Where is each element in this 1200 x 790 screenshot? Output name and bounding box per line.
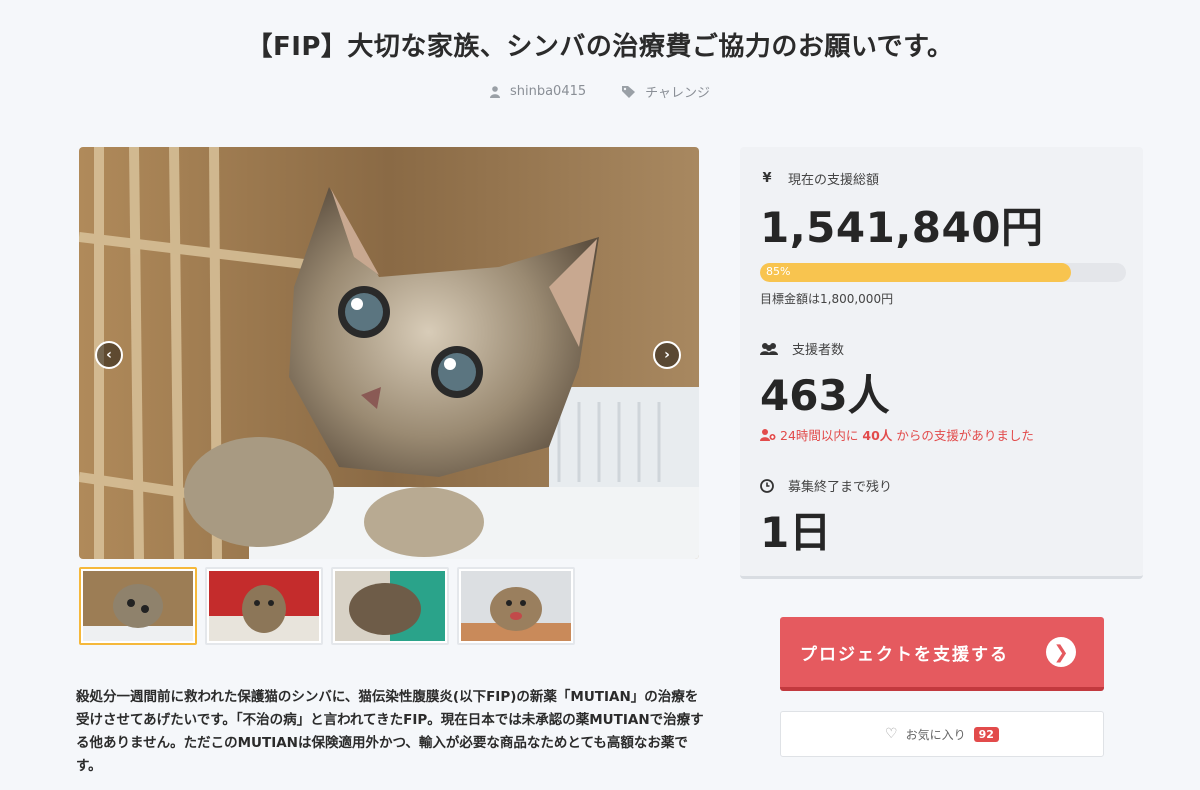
- user-icon: [489, 85, 500, 98]
- recent-supporters: 24時間以内に 40人 からの支援がありました: [760, 425, 1123, 444]
- goal-text: 目標金額は1,800,000円: [760, 292, 894, 306]
- thumbnail-image: [83, 571, 193, 641]
- gallery-prev-button[interactable]: ‹: [95, 341, 123, 369]
- heart-icon: ♡: [885, 726, 898, 742]
- total-label-row: ¥ 現在の支援総額: [760, 169, 1123, 188]
- progress-fill: [760, 263, 1072, 282]
- supporters-label: 支援者数: [792, 343, 845, 358]
- progress-label: 85%: [766, 265, 791, 278]
- thumbnail-image: [209, 571, 319, 641]
- recent-count: 40人: [862, 428, 893, 443]
- support-project-button[interactable]: プロジェクトを支援する ❯: [780, 617, 1104, 691]
- users-icon: [760, 342, 778, 355]
- main-photo: [79, 147, 699, 559]
- project-title: 【FIP】大切な家族、シンバの治療費ご協力のお願いです。: [246, 32, 954, 62]
- user-plus-icon: [760, 428, 776, 441]
- progress-bar: 85%: [760, 263, 1126, 282]
- thumbnail-strip: [79, 567, 575, 645]
- remaining-block: 募集終了まで残り 1日: [760, 476, 1123, 560]
- remaining-value: 1日: [760, 508, 832, 557]
- favorite-label: お気に入り: [905, 727, 966, 742]
- tag-icon: [622, 85, 636, 98]
- supporters-count: 463人: [760, 371, 890, 420]
- supporters-label-row: 支援者数: [760, 339, 1123, 358]
- gallery-next-button[interactable]: ›: [653, 341, 681, 369]
- total-label: 現在の支援総額: [788, 173, 880, 188]
- chevron-right-icon: ❯: [1046, 637, 1076, 667]
- project-meta: shinba0415 チャレンジ: [0, 82, 1200, 101]
- clock-icon: [760, 478, 774, 493]
- stats-panel: ¥ 現在の支援総額 1,541,840円 85% 目標金額は1,800,000円…: [740, 147, 1143, 579]
- total-amount: 1,541,840円: [760, 203, 1044, 252]
- category-name: チャレンジ: [645, 86, 711, 101]
- kitten-photo: [79, 147, 699, 559]
- thumbnail-1[interactable]: [79, 567, 197, 645]
- yen-icon: ¥: [762, 171, 772, 186]
- owner-name: shinba0415: [509, 84, 587, 99]
- thumbnail-image: [461, 571, 571, 641]
- favorite-button[interactable]: ♡ お気に入り 92: [780, 711, 1104, 757]
- remaining-label-row: 募集終了まで残り: [760, 476, 1123, 495]
- remaining-label: 募集終了まで残り: [788, 480, 893, 495]
- support-button-label: プロジェクトを支援する: [800, 644, 1009, 665]
- thumbnail-3[interactable]: [331, 567, 449, 645]
- category-link[interactable]: チャレンジ: [622, 82, 710, 101]
- favorite-count-badge: 92: [973, 726, 999, 742]
- thumbnail-2[interactable]: [205, 567, 323, 645]
- recent-prefix: 24時間以内に: [780, 428, 859, 443]
- project-description: 殺処分一週間前に救われた保護猫のシンバに、猫伝染性腹膜炎(以下FIP)の新薬「M…: [76, 689, 704, 774]
- owner-link[interactable]: shinba0415: [489, 82, 587, 101]
- recent-suffix: からの支援がありました: [896, 428, 1034, 443]
- supporters-block: 支援者数 463人 24時間以内に 40人 からの支援がありました: [760, 339, 1123, 444]
- thumbnail-4[interactable]: [457, 567, 575, 645]
- thumbnail-image: [335, 571, 445, 641]
